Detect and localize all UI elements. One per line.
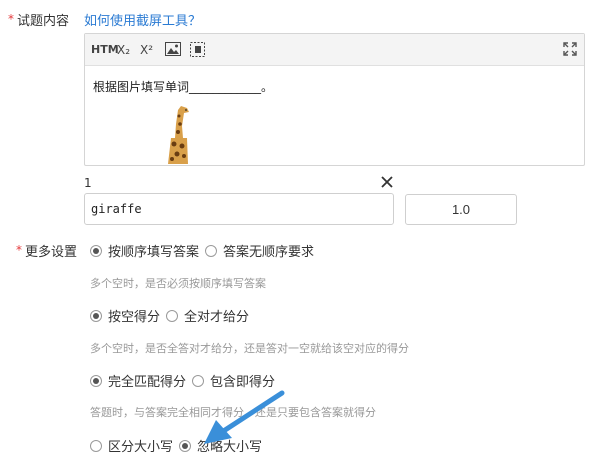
scoring-option-group: 按空得分 全对才给分	[90, 306, 249, 325]
order-any-label[interactable]: 答案无顺序要求	[223, 241, 314, 260]
exact-match-radio[interactable]	[90, 374, 102, 387]
answer-input[interactable]: giraffe	[84, 193, 394, 225]
editor-toolbar: HTM X₂ X²	[85, 34, 584, 66]
score-input[interactable]	[405, 194, 517, 225]
case-sensitive-label[interactable]: 区分大小写	[108, 436, 173, 455]
superscript-button[interactable]: X²	[140, 42, 153, 58]
case-insensitive-radio[interactable]	[179, 439, 192, 452]
order-hint: 多个空时，是否必须按顺序填写答案	[90, 277, 266, 290]
more-settings-label: 更多设置	[25, 245, 78, 260]
question-editor[interactable]: HTM X₂ X² 根据图片填写单词____________。	[84, 33, 585, 166]
required-mark: *	[8, 12, 14, 26]
exact-match-label[interactable]: 完全匹配得分	[108, 371, 186, 390]
insert-blank-icon[interactable]	[190, 42, 205, 58]
order-in-sequence-radio[interactable]	[90, 244, 102, 257]
order-option-group: 按顺序填写答案 答案无顺序要求	[90, 241, 314, 260]
screenshot-help-link[interactable]: 如何使用截屏工具？	[84, 10, 201, 29]
blank-number: 1	[84, 176, 92, 190]
contains-match-radio[interactable]	[192, 374, 205, 387]
order-any-radio[interactable]	[205, 244, 218, 257]
pointer-arrow-icon	[204, 390, 285, 444]
score-per-blank-radio[interactable]	[90, 309, 102, 322]
score-all-correct-label[interactable]: 全对才给分	[184, 306, 249, 325]
score-all-correct-radio[interactable]	[166, 309, 179, 322]
subscript-button[interactable]: X₂	[117, 42, 130, 58]
fullscreen-icon[interactable]	[563, 42, 577, 58]
image-icon[interactable]	[165, 42, 181, 58]
giraffe-image	[163, 104, 195, 168]
html-source-button[interactable]: HTM	[91, 42, 119, 58]
score-per-blank-label[interactable]: 按空得分	[108, 306, 160, 325]
close-icon[interactable]	[379, 174, 395, 194]
required-mark: *	[16, 243, 22, 257]
scoring-hint: 多个空时，是否全答对才给分，还是答对一空就给该空对应的得分	[90, 342, 409, 355]
content-label: 试题内容	[17, 14, 70, 29]
order-in-sequence-label[interactable]: 按顺序填写答案	[108, 241, 199, 260]
case-sensitive-radio[interactable]	[90, 439, 102, 452]
editor-content-text: 根据图片填写单词____________。	[93, 80, 274, 94]
